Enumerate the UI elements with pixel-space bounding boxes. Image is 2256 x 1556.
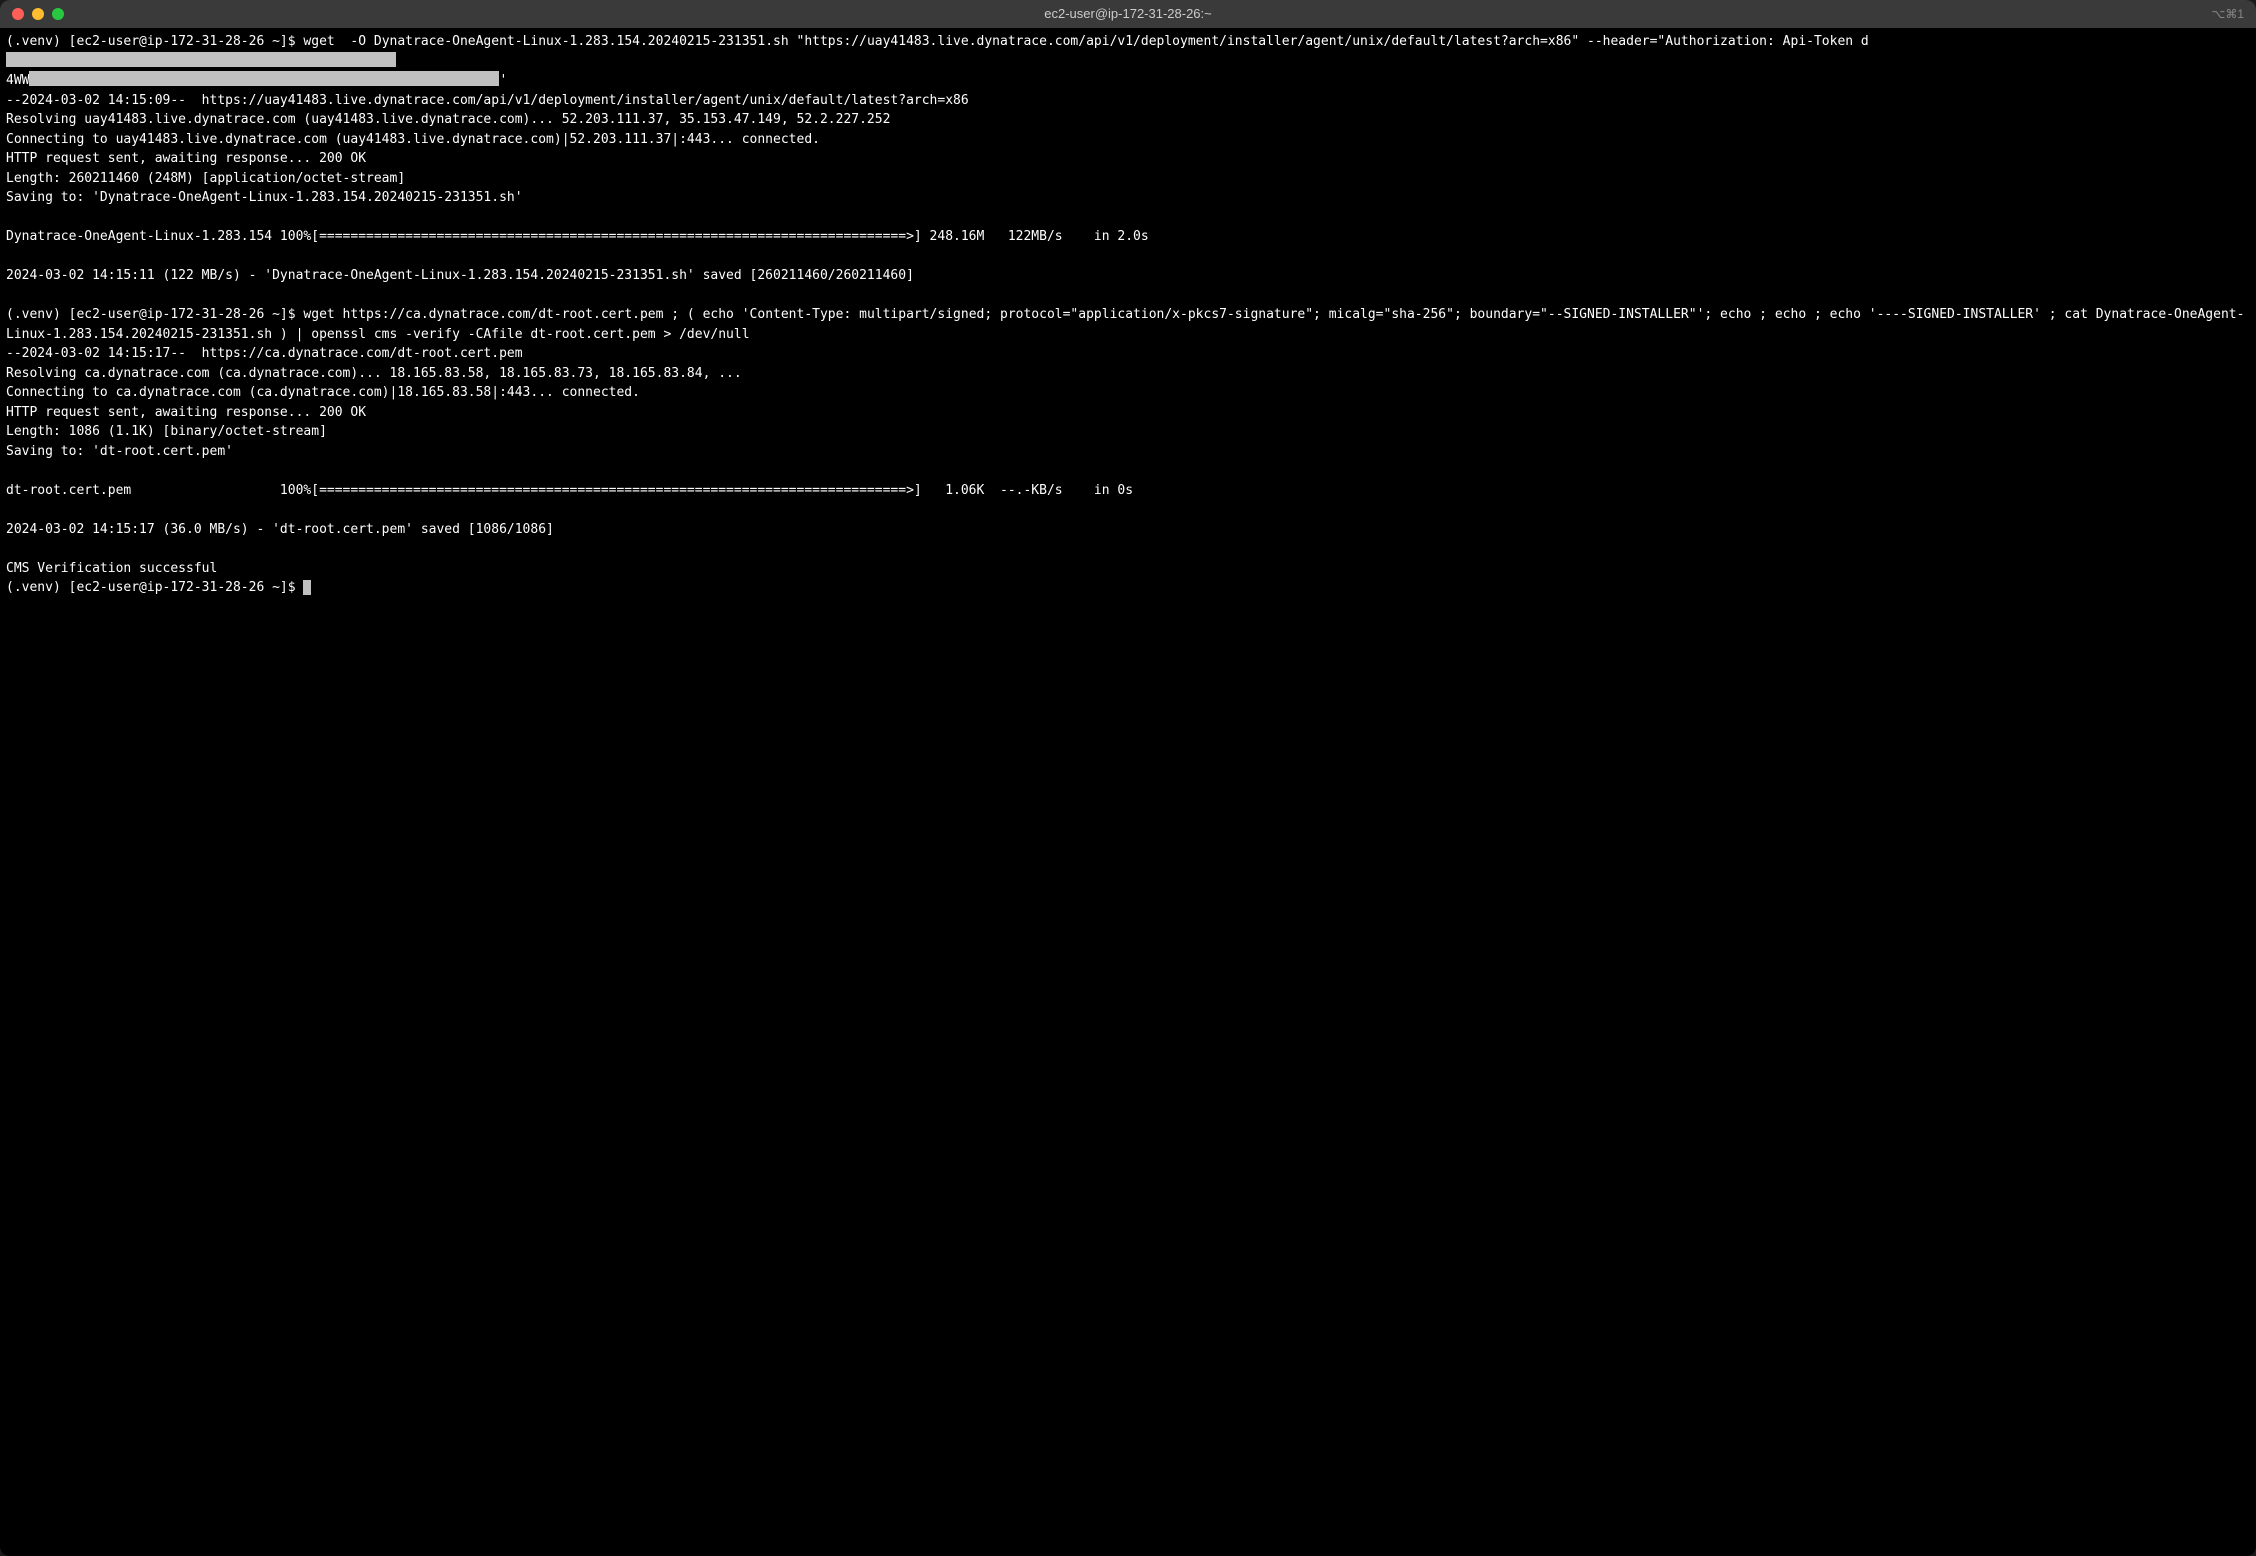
minimize-button[interactable] [32,8,44,20]
output-line: Resolving uay41483.live.dynatrace.com (u… [6,110,2250,130]
prompt: (.venv) [ec2-user@ip-172-31-28-26 ~]$ [6,34,303,49]
output-line: --2024-03-02 14:15:17-- https://ca.dynat… [6,344,2250,364]
blank-line [6,286,2250,306]
terminal-body[interactable]: (.venv) [ec2-user@ip-172-31-28-26 ~]$ wg… [0,28,2256,1556]
cursor [303,580,311,595]
window-title: ec2-user@ip-172-31-28-26:~ [1044,4,1211,24]
blank-line [6,500,2250,520]
redacted-token [6,52,396,67]
command-text: wget -O Dynatrace-OneAgent-Linux-1.283.1… [303,34,1868,49]
traffic-lights [12,8,64,20]
command-line-2: (.venv) [ec2-user@ip-172-31-28-26 ~]$ wg… [6,305,2250,344]
close-button[interactable] [12,8,24,20]
output-line: HTTP request sent, awaiting response... … [6,149,2250,169]
output-line: 2024-03-02 14:15:11 (122 MB/s) - 'Dynatr… [6,266,2250,286]
output-line: --2024-03-02 14:15:09-- https://uay41483… [6,91,2250,111]
command-text: ' [499,73,507,88]
blank-line [6,461,2250,481]
output-line: HTTP request sent, awaiting response... … [6,403,2250,423]
command-line-3: (.venv) [ec2-user@ip-172-31-28-26 ~]$ [6,578,2250,598]
progress-line: Dynatrace-OneAgent-Linux-1.283.154 100%[… [6,227,2250,247]
blank-line [6,539,2250,559]
terminal-window: ec2-user@ip-172-31-28-26:~ ⌥⌘1 (.venv) [… [0,0,2256,1556]
output-line: Length: 260211460 (248M) [application/oc… [6,169,2250,189]
command-text: wget https://ca.dynatrace.com/dt-root.ce… [6,307,2244,342]
output-line: Connecting to uay41483.live.dynatrace.co… [6,130,2250,150]
blank-line [6,247,2250,267]
output-line: Connecting to ca.dynatrace.com (ca.dynat… [6,383,2250,403]
blank-line [6,208,2250,228]
output-line: CMS Verification successful [6,559,2250,579]
prompt: (.venv) [ec2-user@ip-172-31-28-26 ~]$ [6,307,303,322]
shortcut-hint: ⌥⌘1 [2211,5,2244,23]
command-text: 4WW [6,73,29,88]
output-line: Saving to: 'dt-root.cert.pem' [6,442,2250,462]
command-line-1b: 4WW ' [6,71,2250,91]
output-line: Resolving ca.dynatrace.com (ca.dynatrace… [6,364,2250,384]
progress-line: dt-root.cert.pem 100%[==================… [6,481,2250,501]
output-line: 2024-03-02 14:15:17 (36.0 MB/s) - 'dt-ro… [6,520,2250,540]
output-line: Saving to: 'Dynatrace-OneAgent-Linux-1.2… [6,188,2250,208]
maximize-button[interactable] [52,8,64,20]
command-line-1: (.venv) [ec2-user@ip-172-31-28-26 ~]$ wg… [6,32,2250,71]
prompt: (.venv) [ec2-user@ip-172-31-28-26 ~]$ [6,580,303,595]
titlebar: ec2-user@ip-172-31-28-26:~ ⌥⌘1 [0,0,2256,28]
output-line: Length: 1086 (1.1K) [binary/octet-stream… [6,422,2250,442]
redacted-token [29,71,499,86]
